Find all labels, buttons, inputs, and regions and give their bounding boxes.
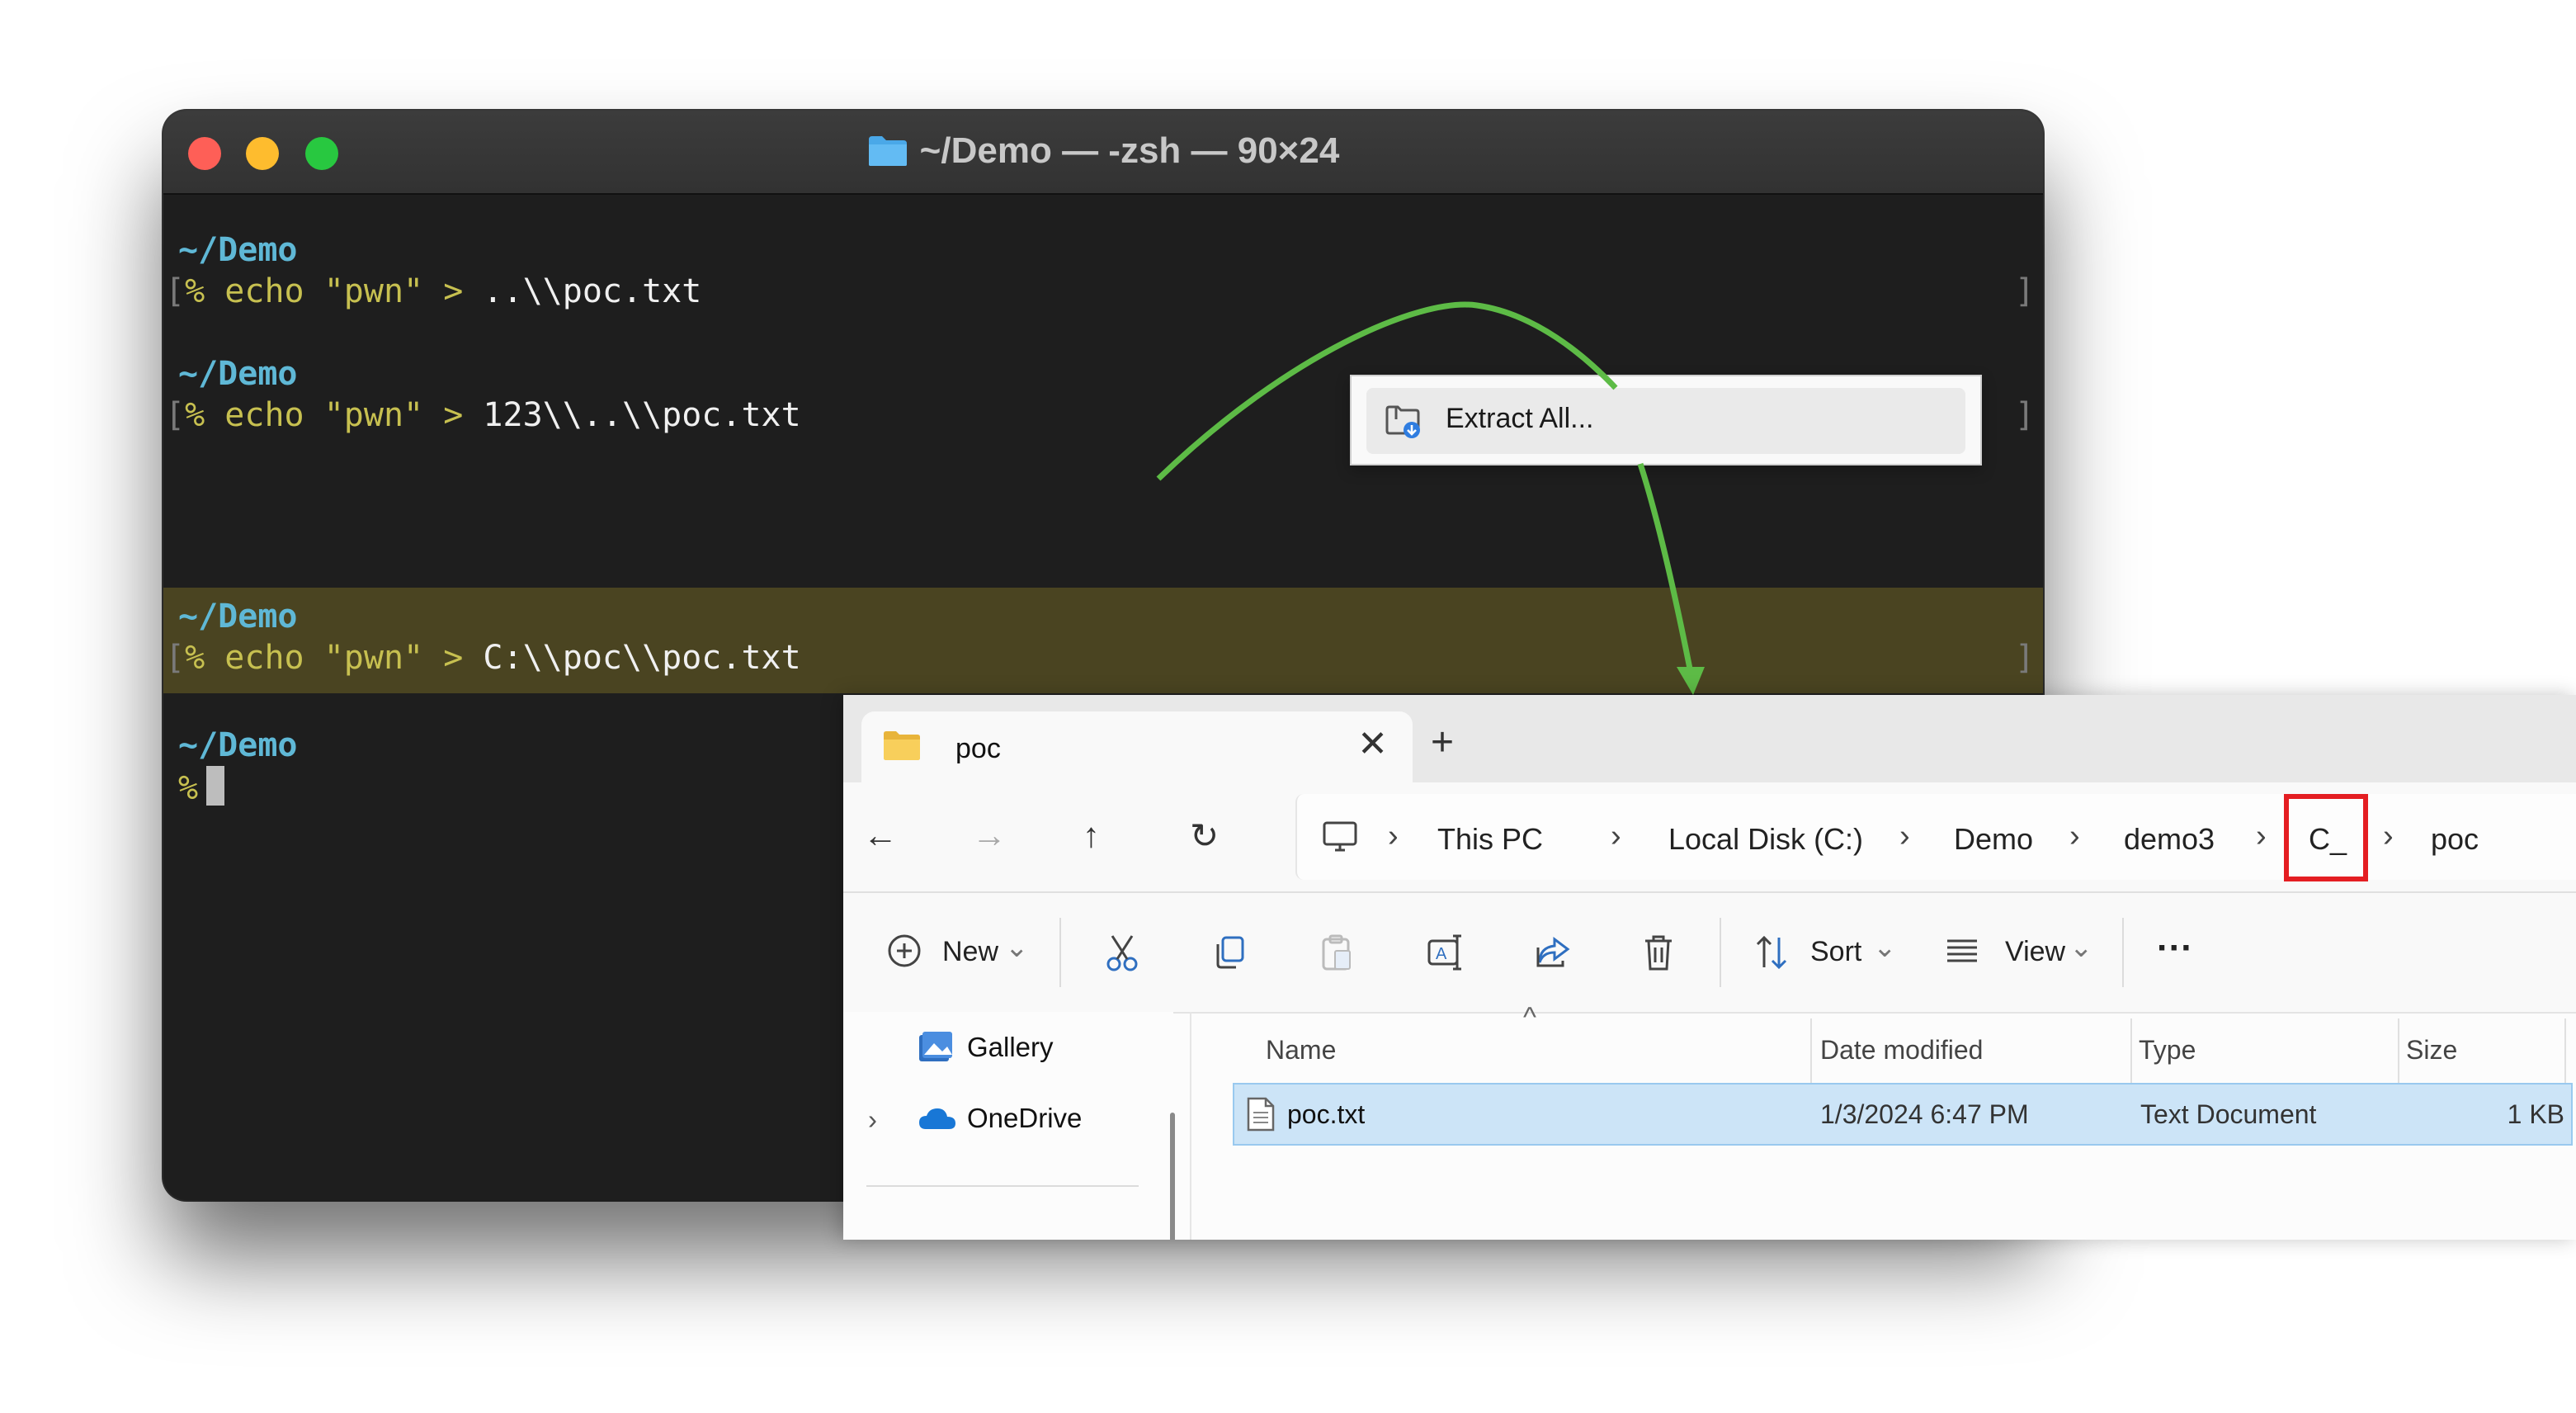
column-header-size[interactable]: Size	[2406, 1035, 2457, 1066]
breadcrumb-separator: ›	[2383, 819, 2394, 853]
tab-title: poc	[955, 733, 1001, 764]
rename-icon[interactable]: A	[1426, 933, 1465, 972]
extract-folder-icon	[1385, 405, 1420, 438]
sort-button[interactable]: Sort	[1810, 936, 1861, 968]
line-bracket: ]	[2014, 396, 2035, 434]
extract-all-menu-item[interactable]: Extract All...	[1366, 388, 1965, 454]
copy-icon[interactable]	[1211, 933, 1248, 972]
highlight-box	[2284, 794, 2368, 881]
navigation-bar: ← → ↑ ↻ › This PC › Local Disk (C:) › De…	[843, 782, 2576, 893]
onedrive-cloud-icon	[919, 1108, 955, 1129]
breadcrumb-demo[interactable]: Demo	[1954, 822, 2033, 857]
chevron-down-icon: ⌄	[1005, 932, 1029, 963]
divider	[2122, 918, 2124, 987]
up-button[interactable]: ↑	[1083, 815, 1100, 855]
terminal-command-block-highlighted: ~/Demo [% echo "pwn" > C:\\poc\\poc.txt …	[163, 588, 2043, 693]
share-icon[interactable]	[1533, 933, 1573, 972]
terminal-titlebar[interactable]: ~/Demo — -zsh — 90×24	[163, 111, 2043, 195]
prompt-line[interactable]: %	[178, 766, 225, 809]
column-header-date-modified[interactable]: Date modified	[1820, 1035, 1983, 1066]
breadcrumb-poc[interactable]: poc	[2431, 822, 2479, 857]
terminal-title: ~/Demo — -zsh — 90×24	[163, 130, 2043, 172]
extract-all-label: Extract All...	[1446, 403, 1594, 434]
command-line: [% echo "pwn" > C:\\poc\\poc.txt	[165, 639, 801, 677]
folder-icon	[868, 136, 907, 166]
divider	[1720, 918, 1721, 987]
breadcrumb-separator: ›	[2256, 819, 2267, 853]
folder-icon	[884, 731, 920, 760]
column-header-name[interactable]: Name	[1266, 1035, 1336, 1066]
file-date-modified: 1/3/2024 6:47 PM	[1820, 1099, 2029, 1129]
prompt-directory: ~/Demo	[178, 598, 298, 636]
paste-icon[interactable]	[1319, 933, 1355, 972]
file-type: Text Document	[2140, 1099, 2317, 1129]
context-menu: Extract All...	[1350, 375, 1982, 465]
breadcrumb-demo3[interactable]: demo3	[2124, 822, 2215, 857]
file-size: 1 KB	[2507, 1099, 2564, 1129]
more-options-button[interactable]: ···	[2157, 928, 2193, 969]
prompt-directory: ~/Demo	[178, 231, 298, 269]
chevron-down-icon: ⌄	[2069, 932, 2093, 963]
file-row-selected[interactable]: poc.txt 1/3/2024 6:47 PM Text Document 1…	[1233, 1083, 2573, 1146]
terminal-title-text: ~/Demo — -zsh — 90×24	[919, 130, 1340, 171]
sidebar-item-label: OneDrive	[967, 1103, 1083, 1133]
breadcrumb-this-pc[interactable]: This PC	[1437, 822, 1543, 857]
breadcrumb-separator: ›	[1899, 819, 1910, 853]
address-bar[interactable]: › This PC › Local Disk (C:) › Demo › dem…	[1295, 794, 2576, 881]
cut-icon[interactable]	[1104, 933, 1140, 972]
text-file-icon	[1247, 1097, 1275, 1132]
column-divider[interactable]	[2564, 1018, 2566, 1085]
sidebar-item-label: Gallery	[967, 1032, 1054, 1062]
new-tab-button[interactable]: +	[1431, 720, 1454, 765]
breadcrumb-separator: ›	[1611, 819, 1621, 853]
text-cursor	[206, 766, 225, 806]
line-bracket: ]	[2014, 272, 2035, 310]
delete-icon[interactable]	[1640, 933, 1677, 972]
svg-text:A: A	[1436, 945, 1447, 963]
divider	[1059, 918, 1061, 987]
breadcrumb-local-disk[interactable]: Local Disk (C:)	[1668, 822, 1863, 857]
view-list-icon	[1947, 939, 1977, 962]
pane-divider[interactable]	[1190, 1012, 1191, 1240]
sort-ascending-icon: ^	[1523, 1002, 1536, 1033]
command-line: [% echo "pwn" > 123\\..\\poc.txt	[165, 396, 801, 434]
command-bar: New ⌄ A Sort ⌄ View ⌄ ···	[843, 893, 2576, 1014]
file-name: poc.txt	[1287, 1099, 1366, 1129]
back-button[interactable]: ←	[863, 815, 898, 855]
column-header-type[interactable]: Type	[2139, 1035, 2196, 1066]
chevron-down-icon: ⌄	[1873, 932, 1897, 963]
column-divider[interactable]	[2398, 1018, 2399, 1085]
expand-onedrive-icon[interactable]: ›	[868, 1104, 877, 1136]
prompt-directory: ~/Demo	[178, 355, 298, 393]
tab-strip: poc ✕ +	[843, 695, 2576, 782]
prompt-directory: ~/Demo	[178, 726, 298, 764]
gallery-icon	[919, 1032, 952, 1061]
divider	[866, 1185, 1139, 1187]
navigation-pane: Gallery › OneDrive	[843, 1012, 1173, 1240]
terminal-command-block: ~/Demo [% echo "pwn" > ..\\poc.txt ]	[163, 221, 2043, 327]
line-bracket: ]	[2014, 639, 2035, 677]
new-plus-icon	[888, 934, 921, 967]
sidebar-scrollbar[interactable]	[1170, 1113, 1175, 1240]
breadcrumb-separator: ›	[1388, 819, 1399, 853]
new-button[interactable]: New	[942, 936, 998, 968]
this-pc-icon	[1323, 821, 1357, 852]
column-divider[interactable]	[2130, 1018, 2132, 1085]
tab-poc[interactable]: poc ✕	[861, 711, 1413, 782]
close-tab-icon[interactable]: ✕	[1357, 723, 1388, 765]
column-divider[interactable]	[1810, 1018, 1812, 1085]
file-explorer-window: poc ✕ + ← → ↑ ↻ › This PC › Local Disk (…	[843, 695, 2576, 1240]
forward-button[interactable]: →	[972, 815, 1007, 855]
sort-icon	[1756, 935, 1787, 970]
breadcrumb-separator: ›	[2069, 819, 2080, 853]
command-line: [% echo "pwn" > ..\\poc.txt	[165, 272, 702, 310]
refresh-button[interactable]: ↻	[1190, 815, 1219, 856]
view-button[interactable]: View	[2005, 936, 2065, 968]
